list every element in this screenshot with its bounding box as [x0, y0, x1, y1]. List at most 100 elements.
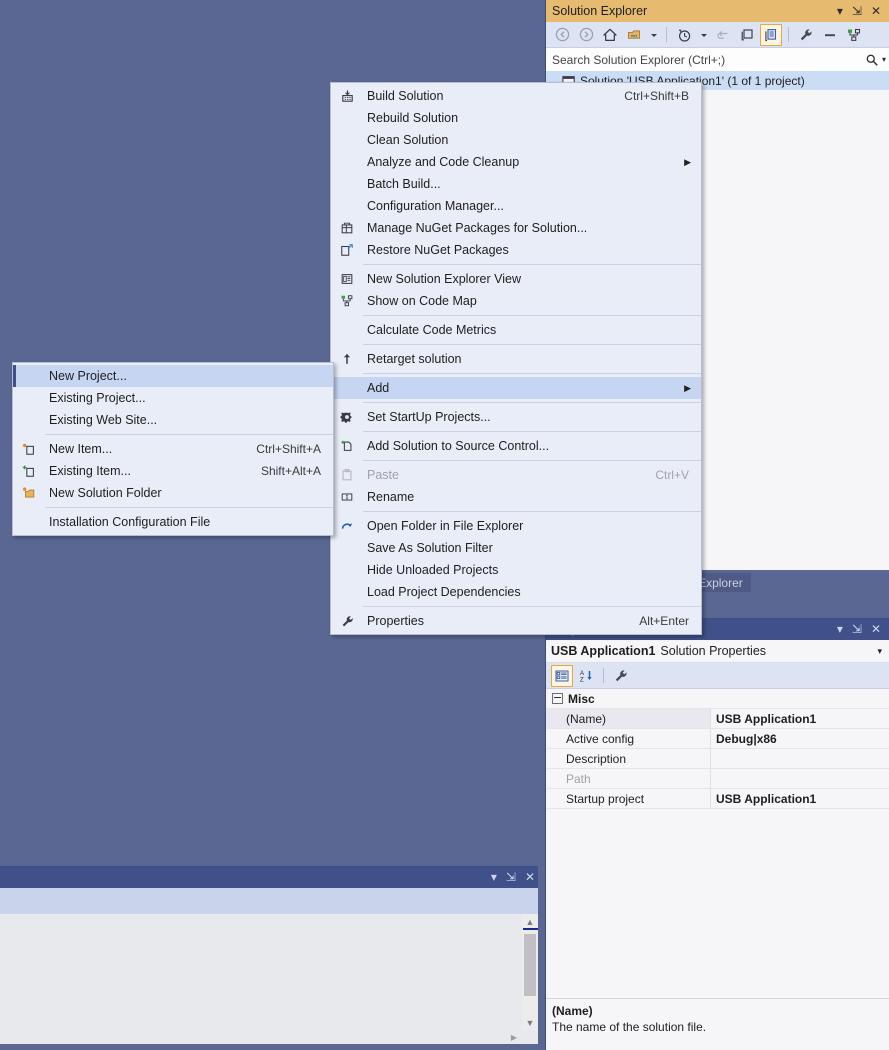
property-row-name[interactable]: (Name) USB Application1: [546, 709, 889, 729]
property-value[interactable]: Debug|x86: [711, 729, 889, 748]
toolbar-separator-2: [788, 27, 789, 42]
menu-item-calculate-code-metrics[interactable]: Calculate Code Metrics: [331, 319, 701, 341]
output-horizontal-scrollbar[interactable]: ▶: [0, 1030, 538, 1044]
filter-dropdown-caret-icon[interactable]: [697, 24, 710, 46]
properties-description-title: (Name): [552, 1004, 593, 1018]
submenu-item-shortcut: Shift+Alt+A: [260, 464, 321, 478]
property-row-active-config[interactable]: Active config Debug|x86: [546, 729, 889, 749]
menu-item-label: Hide Unloaded Projects: [367, 563, 499, 577]
categorized-view-icon[interactable]: [551, 664, 573, 687]
collapse-all-icon[interactable]: [736, 24, 758, 46]
scroll-up-arrow-icon[interactable]: ▲: [522, 914, 538, 929]
menu-item-add-solution-to-source-control[interactable]: Add Solution to Source Control...: [331, 435, 701, 457]
collapse-expander-icon[interactable]: [552, 693, 563, 704]
properties-object-selector[interactable]: USB Application1 Solution Properties ▾: [546, 640, 889, 663]
menu-item-analyze-and-code-cleanup[interactable]: Analyze and Code Cleanup ▶: [331, 151, 701, 173]
property-row-description[interactable]: Description: [546, 749, 889, 769]
property-value[interactable]: USB Application1: [711, 789, 889, 808]
menu-item-build-solution[interactable]: Build Solution Ctrl+Shift+B: [331, 85, 701, 107]
menu-item-new-solution-explorer-view[interactable]: New Solution Explorer View: [331, 268, 701, 290]
properties-category-label: Misc: [568, 691, 595, 706]
menu-item-properties[interactable]: Properties Alt+Enter: [331, 610, 701, 632]
menu-item-restore-nuget-packages[interactable]: Restore NuGet Packages: [331, 239, 701, 261]
chevron-down-icon[interactable]: ▾: [837, 623, 843, 635]
menu-item-label: Rename: [367, 490, 415, 504]
menu-item-rename[interactable]: Rename: [331, 486, 701, 508]
scroll-down-arrow-icon[interactable]: ▼: [522, 1015, 538, 1030]
close-icon[interactable]: ✕: [871, 5, 881, 17]
back-icon[interactable]: [551, 24, 573, 46]
menu-item-batch-build[interactable]: Batch Build...: [331, 173, 701, 195]
preview-selected-items-icon[interactable]: [819, 24, 841, 46]
submenu-item-shortcut: Ctrl+Shift+A: [256, 442, 321, 456]
menu-item-load-project-dependencies[interactable]: Load Project Dependencies: [331, 581, 701, 603]
menu-item-clean-solution[interactable]: Clean Solution: [331, 129, 701, 151]
scroll-right-arrow-icon[interactable]: ▶: [511, 1033, 517, 1042]
submenu-item-existing-web-site[interactable]: Existing Web Site...: [13, 409, 333, 431]
chevron-down-icon[interactable]: ▾: [877, 646, 885, 657]
search-icon[interactable]: [865, 53, 879, 67]
new-solution-explorer-view-icon: [331, 272, 363, 286]
refresh-icon[interactable]: [712, 24, 734, 46]
property-value[interactable]: [711, 749, 889, 768]
menu-item-label: Configuration Manager...: [367, 199, 504, 213]
new-solution-folder-icon: [13, 486, 45, 500]
menu-item-add[interactable]: Add ▶: [331, 377, 701, 399]
pending-changes-filter-icon[interactable]: [673, 24, 695, 46]
menu-item-hide-unloaded-projects[interactable]: Hide Unloaded Projects: [331, 559, 701, 581]
gear-icon: [331, 410, 363, 424]
menu-item-show-on-code-map[interactable]: Show on Code Map: [331, 290, 701, 312]
menu-item-rebuild-solution[interactable]: Rebuild Solution: [331, 107, 701, 129]
chevron-down-icon[interactable]: ▾: [491, 871, 497, 883]
solution-explorer-search[interactable]: Search Solution Explorer (Ctrl+;) ▾: [546, 48, 889, 72]
search-dropdown-caret-icon[interactable]: ▾: [879, 55, 886, 64]
submenu-item-installation-configuration-file[interactable]: Installation Configuration File: [13, 511, 333, 533]
property-value[interactable]: USB Application1: [711, 709, 889, 728]
solution-context-menu: Build Solution Ctrl+Shift+B Rebuild Solu…: [330, 82, 702, 635]
close-icon[interactable]: ✕: [871, 623, 881, 635]
menu-item-label: Add Solution to Source Control...: [367, 439, 550, 453]
open-folder-icon: [331, 519, 363, 533]
property-row-startup-project[interactable]: Startup project USB Application1: [546, 789, 889, 809]
search-input[interactable]: Search Solution Explorer (Ctrl+;): [550, 53, 865, 67]
menu-item-label: Build Solution: [367, 89, 444, 103]
property-key: Active config: [546, 729, 711, 748]
output-vertical-scrollbar[interactable]: ▲ ▼: [522, 914, 538, 1030]
new-item-icon: [13, 442, 45, 456]
home-icon[interactable]: [599, 24, 621, 46]
properties-category-misc[interactable]: Misc: [546, 689, 889, 709]
properties-wrench-icon[interactable]: [795, 24, 817, 46]
submenu-item-new-project[interactable]: New Project...: [13, 365, 333, 387]
submenu-item-existing-project[interactable]: Existing Project...: [13, 387, 333, 409]
show-all-files-icon[interactable]: [760, 23, 782, 46]
sync-with-active-document-icon[interactable]: [623, 24, 645, 46]
property-value: [711, 769, 889, 788]
menu-item-label: Rebuild Solution: [367, 111, 459, 125]
property-pages-wrench-icon[interactable]: [610, 665, 632, 687]
menu-item-open-folder-in-file-explorer[interactable]: Open Folder in File Explorer: [331, 515, 701, 537]
property-row-path[interactable]: Path: [546, 769, 889, 789]
properties-panel: Properties ▾ ⇲ ✕ USB Application1 Soluti…: [545, 618, 889, 1050]
alphabetical-sort-icon[interactable]: A Z: [575, 665, 597, 687]
chevron-down-icon[interactable]: ▾: [837, 5, 843, 17]
property-key: (Name): [546, 709, 711, 728]
pin-icon[interactable]: ⇲: [852, 5, 862, 17]
menu-item-retarget-solution[interactable]: Retarget solution: [331, 348, 701, 370]
submenu-item-new-solution-folder[interactable]: New Solution Folder: [13, 482, 333, 504]
close-icon[interactable]: ✕: [525, 871, 535, 883]
menu-separator: [363, 264, 701, 265]
menu-separator: [363, 511, 701, 512]
sync-dropdown-caret-icon[interactable]: [647, 24, 660, 46]
view-code-map-icon[interactable]: [843, 24, 865, 46]
pin-icon[interactable]: ⇲: [852, 623, 862, 635]
menu-item-manage-nuget-packages[interactable]: Manage NuGet Packages for Solution...: [331, 217, 701, 239]
menu-item-configuration-manager[interactable]: Configuration Manager...: [331, 195, 701, 217]
menu-item-shortcut: Ctrl+Shift+B: [624, 89, 689, 103]
forward-icon[interactable]: [575, 24, 597, 46]
submenu-item-new-item[interactable]: New Item... Ctrl+Shift+A: [13, 438, 333, 460]
menu-item-set-startup-projects[interactable]: Set StartUp Projects...: [331, 406, 701, 428]
pin-icon[interactable]: ⇲: [506, 871, 516, 883]
submenu-item-existing-item[interactable]: Existing Item... Shift+Alt+A: [13, 460, 333, 482]
scrollbar-thumb[interactable]: [524, 934, 536, 996]
menu-item-save-as-solution-filter[interactable]: Save As Solution Filter: [331, 537, 701, 559]
